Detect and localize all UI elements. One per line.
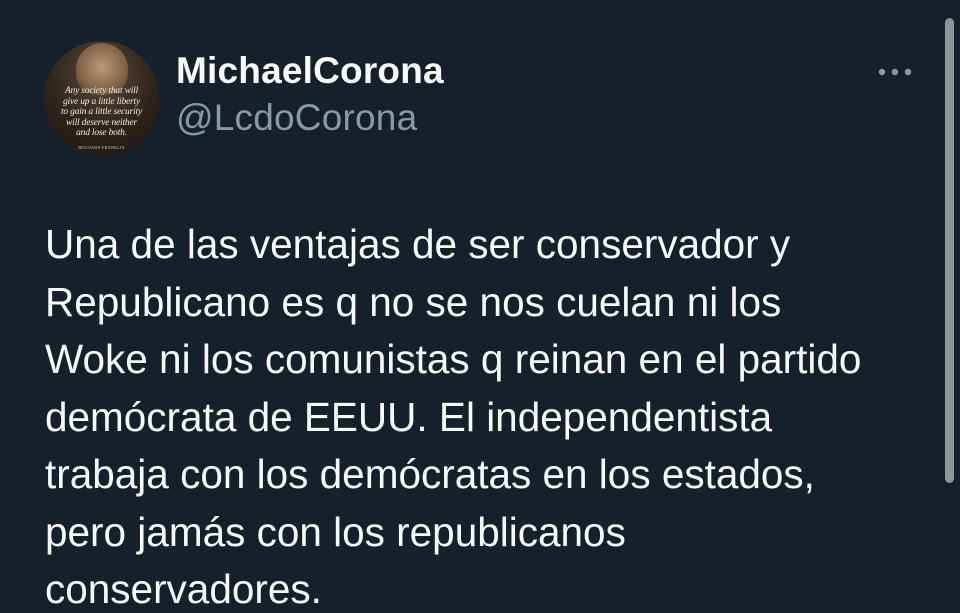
- avatar-quote-line: to gain a little security: [60, 107, 142, 117]
- avatar-signature: BENJAMIN FRANKLIN: [78, 145, 125, 150]
- avatar-quote-line: and lose both.: [76, 128, 127, 138]
- tweet-text: Una de las ventajas de ser conservador y…: [45, 221, 862, 612]
- tweet: Any society that will give up a little l…: [0, 0, 960, 613]
- avatar-quote-line: give up a little liberty: [63, 96, 140, 107]
- avatar-quote: Any society that will give up a little l…: [44, 86, 159, 139]
- user-handle[interactable]: @LcdoCorona: [176, 97, 417, 139]
- avatar[interactable]: Any society that will give up a little l…: [44, 41, 159, 156]
- avatar-quote-line: will deserve neither: [66, 117, 137, 128]
- avatar-quote-line: Any society that will: [64, 86, 139, 96]
- more-options-button[interactable]: [870, 56, 920, 88]
- display-name[interactable]: MichaelCorona: [176, 50, 444, 92]
- scrollbar-thumb[interactable]: [945, 18, 954, 483]
- more-horizontal-icon: [878, 68, 912, 76]
